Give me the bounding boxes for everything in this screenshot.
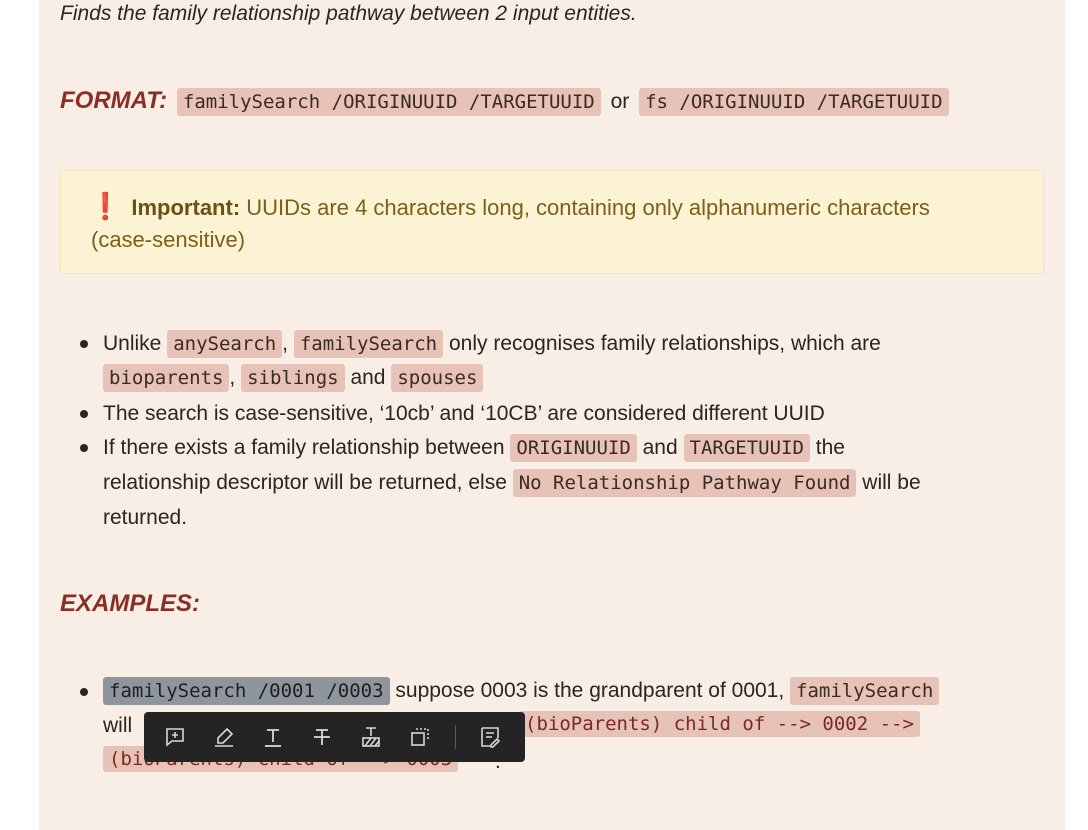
important-line-1: ❗ Important: UUIDs are 4 characters long,… — [89, 189, 930, 225]
example-will: will — [103, 714, 133, 737]
add-comment-icon[interactable] — [160, 722, 189, 752]
comma: , — [229, 366, 236, 389]
bullet-3-text-3: will be — [862, 471, 921, 494]
important-label: Important: — [131, 195, 241, 220]
code-siblings: siblings — [241, 364, 345, 392]
bullet-3-line-1: If there exists a family relationship be… — [103, 431, 845, 465]
code-no-relationship: No Relationship Pathway Found — [512, 469, 857, 497]
copy-icon[interactable] — [406, 722, 435, 752]
format-code-full: familySearch /ORIGINUUID /TARGETUUID — [176, 88, 601, 116]
bullet-1-text: Unlike — [103, 332, 162, 355]
bullet-3-line-3: returned. — [103, 506, 188, 529]
code-bioparents: bioparents — [103, 364, 230, 392]
highlight-text-icon[interactable] — [357, 722, 386, 752]
code-familysearch-example: familySearch — [790, 677, 940, 705]
selected-code-example[interactable]: familySearch /0001 /0003 — [103, 677, 390, 705]
bullet-dot — [80, 688, 88, 696]
toolbar-separator — [454, 725, 456, 749]
format-heading: FORMAT: — [60, 87, 168, 114]
bullet-3-text-2: relationship descriptor will be returned… — [103, 471, 507, 494]
bullet-dot — [80, 444, 88, 452]
and-text: and — [642, 436, 678, 459]
strikethrough-icon[interactable] — [307, 722, 336, 752]
bullet-3-text: If there exists a family relationship be… — [103, 436, 505, 459]
bullet-dot — [80, 410, 88, 418]
text-color-icon[interactable] — [258, 722, 287, 752]
important-text-2: (case-sensitive) — [91, 227, 246, 252]
example-line-1: familySearch /0001 /0003 suppose 0003 is… — [103, 674, 940, 708]
bullet-1-line-2: bioparents, siblings and spouses — [103, 361, 484, 395]
important-callout: ❗ Important: UUIDs are 4 characters long,… — [60, 170, 1044, 274]
bullet-3-line-2: relationship descriptor will be returned… — [103, 466, 921, 500]
edit-note-icon[interactable] — [476, 722, 505, 752]
code-originuuid: ORIGINUUID — [510, 434, 637, 462]
code-familysearch: familySearch — [293, 330, 444, 358]
bullet-dot — [80, 340, 88, 348]
bullet-2: The search is case-sensitive, ‘10cb’ and… — [103, 402, 825, 425]
comma: , — [282, 332, 288, 355]
format-line: FORMAT: familySearch /ORIGINUUID /TARGET… — [60, 84, 949, 119]
bullet-1-desc: only recognises family relationships, wh… — [448, 332, 881, 355]
the-text: the — [815, 436, 845, 459]
code-targetuuid: TARGETUUID — [683, 434, 810, 462]
important-text-1: UUIDs are 4 characters long, containing … — [246, 195, 930, 220]
format-or: or — [610, 90, 630, 113]
and-text: and — [350, 366, 386, 389]
description: Finds the family relationship pathway be… — [60, 2, 637, 25]
code-anysearch: anySearch — [167, 330, 283, 358]
example-code-result-1: (bioParents) child of --> 0002 --> — [519, 711, 920, 737]
code-spouses: spouses — [391, 364, 484, 392]
format-code-short: fs /ORIGINUUID /TARGETUUID — [639, 88, 949, 116]
exclamation-icon: ❗ — [89, 191, 122, 221]
bullet-1-line-1: Unlike anySearch, familySearch only reco… — [103, 327, 881, 361]
examples-heading: EXAMPLES: — [60, 590, 201, 617]
example-text: suppose 0003 is the grandparent of 0001, — [395, 679, 785, 702]
annotation-toolbar — [144, 712, 525, 762]
highlight-icon[interactable] — [209, 722, 238, 752]
